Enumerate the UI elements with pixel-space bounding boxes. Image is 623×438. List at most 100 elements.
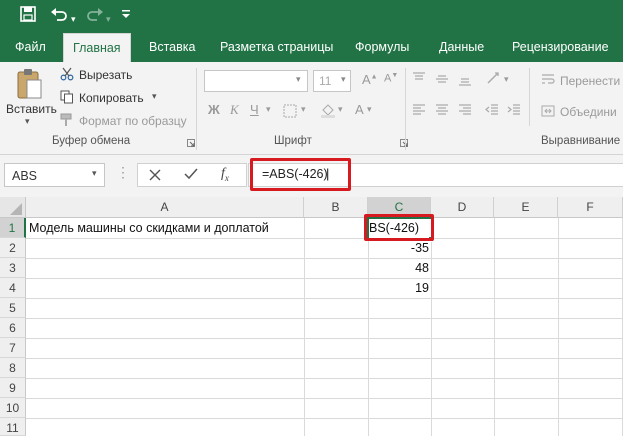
- alignment-group-label: Выравнивание: [541, 135, 621, 147]
- underline-icon[interactable]: Ч: [250, 102, 259, 117]
- cell-c2[interactable]: -35: [368, 238, 429, 258]
- enter-icon[interactable]: [184, 168, 198, 180]
- clipboard-launcher-icon[interactable]: [187, 139, 195, 147]
- redo-icon: [86, 6, 104, 22]
- gridline: [304, 218, 305, 436]
- customize-qat-icon[interactable]: [121, 8, 131, 20]
- align-left-icon[interactable]: [412, 103, 426, 117]
- cell-c4[interactable]: 19: [368, 278, 429, 298]
- font-size-dropdown-icon[interactable]: ▾: [341, 74, 346, 85]
- tab-page-layout[interactable]: Разметка страницы: [220, 33, 333, 62]
- align-middle-icon[interactable]: [435, 72, 449, 86]
- grow-font-icon[interactable]: A▲: [362, 72, 378, 87]
- paste-dropdown-icon[interactable]: ▾: [25, 116, 30, 127]
- gridline: [26, 378, 623, 379]
- row-header[interactable]: 9: [0, 378, 26, 398]
- row-header[interactable]: 5: [0, 298, 26, 318]
- undo-dropdown-icon[interactable]: ▾: [71, 9, 76, 29]
- row-header[interactable]: 3: [0, 258, 26, 278]
- shrink-font-icon[interactable]: A▼: [384, 72, 398, 85]
- font-name-dropdown-icon[interactable]: ▾: [296, 74, 301, 85]
- tab-insert[interactable]: Вставка: [149, 33, 195, 62]
- font-color-icon[interactable]: A: [355, 102, 364, 117]
- clipboard-group-label: Буфер обмена: [52, 135, 131, 147]
- underline-dropdown-icon[interactable]: ▾: [266, 104, 271, 115]
- italic-icon[interactable]: К: [230, 102, 239, 118]
- orientation-icon[interactable]: [485, 70, 501, 86]
- align-right-icon[interactable]: [458, 103, 472, 117]
- font-name-input[interactable]: [204, 70, 308, 92]
- column-header-a[interactable]: A: [26, 197, 304, 218]
- row-header[interactable]: 6: [0, 318, 26, 338]
- cell-highlight-box: [364, 214, 434, 241]
- select-all-corner[interactable]: [0, 197, 26, 218]
- font-launcher-icon[interactable]: [400, 139, 408, 147]
- wrap-text-button[interactable]: Перенести: [560, 74, 620, 88]
- ribbon-separator: [405, 68, 406, 150]
- gridline: [26, 238, 623, 239]
- copy-icon: [60, 90, 74, 104]
- tab-file[interactable]: Файл: [15, 33, 46, 62]
- formula-bar-grip-icon: ⋮: [116, 164, 130, 180]
- title-bar: ▾ ▾: [0, 0, 623, 33]
- format-painter-button[interactable]: Формат по образцу: [79, 114, 187, 128]
- decrease-indent-icon[interactable]: [485, 103, 499, 117]
- name-box[interactable]: ABS: [4, 163, 105, 187]
- row-header[interactable]: 4: [0, 278, 26, 298]
- align-top-icon[interactable]: [412, 72, 426, 86]
- font-color-dropdown-icon[interactable]: ▾: [367, 104, 372, 115]
- format-painter-icon: [60, 113, 74, 127]
- merge-center-button[interactable]: Объедини: [560, 105, 617, 119]
- bold-icon[interactable]: Ж: [208, 102, 220, 117]
- tab-review[interactable]: Рецензирование: [512, 33, 609, 62]
- gridline: [26, 398, 623, 399]
- row-header[interactable]: 1: [0, 218, 26, 238]
- align-center-icon[interactable]: [435, 103, 449, 117]
- align-bottom-icon[interactable]: [458, 72, 472, 86]
- borders-icon[interactable]: [283, 104, 297, 118]
- gridline: [26, 298, 623, 299]
- gridline: [26, 318, 623, 319]
- cut-button[interactable]: Вырезать: [79, 68, 132, 82]
- ribbon: Вставить ▾ Вырезать Копировать ▾ Формат …: [0, 62, 623, 155]
- copy-dropdown-icon[interactable]: ▾: [152, 91, 157, 102]
- gridline: [26, 418, 623, 419]
- borders-dropdown-icon[interactable]: ▾: [301, 104, 306, 115]
- column-header-b[interactable]: B: [304, 197, 368, 218]
- merge-center-icon: [541, 104, 555, 118]
- tab-data[interactable]: Данные: [439, 33, 484, 62]
- cell-c3[interactable]: 48: [368, 258, 429, 278]
- spreadsheet-grid: A B C D E F 1 2 3 4 5 6 7 8 9 10 11 Моде…: [0, 197, 623, 436]
- cell-a1[interactable]: Модель машины со скидками и доплатой: [29, 218, 269, 238]
- column-header-f[interactable]: F: [558, 197, 623, 218]
- copy-button[interactable]: Копировать: [79, 91, 144, 105]
- tab-formulas[interactable]: Формулы: [355, 33, 409, 62]
- row-header[interactable]: 8: [0, 358, 26, 378]
- orientation-dropdown-icon[interactable]: ▾: [504, 74, 509, 85]
- paste-button[interactable]: Вставить: [6, 102, 57, 116]
- gridline: [26, 338, 623, 339]
- column-header-e[interactable]: E: [494, 197, 558, 218]
- save-icon[interactable]: [20, 6, 36, 22]
- insert-function-icon[interactable]: fx: [221, 166, 229, 183]
- tab-home[interactable]: Главная: [63, 33, 131, 62]
- paste-icon[interactable]: [14, 68, 44, 100]
- redo-dropdown-icon: ▾: [106, 14, 111, 24]
- fill-color-icon[interactable]: [320, 102, 336, 118]
- cancel-icon[interactable]: [149, 169, 161, 181]
- column-header-d[interactable]: D: [431, 197, 494, 218]
- row-header[interactable]: 2: [0, 238, 26, 258]
- fill-color-dropdown-icon[interactable]: ▾: [338, 104, 343, 115]
- row-header[interactable]: 7: [0, 338, 26, 358]
- formula-highlight-box: [250, 158, 351, 191]
- ribbon-separator: [529, 68, 530, 126]
- gridline: [26, 358, 623, 359]
- row-header[interactable]: 11: [0, 418, 26, 436]
- row-header[interactable]: 10: [0, 398, 26, 418]
- font-group-label: Шрифт: [274, 135, 312, 147]
- scissors-icon: [60, 67, 74, 81]
- name-box-dropdown-icon[interactable]: ▾: [92, 168, 97, 179]
- gridline: [494, 218, 495, 436]
- increase-indent-icon[interactable]: [507, 103, 521, 117]
- undo-icon[interactable]: [50, 6, 68, 22]
